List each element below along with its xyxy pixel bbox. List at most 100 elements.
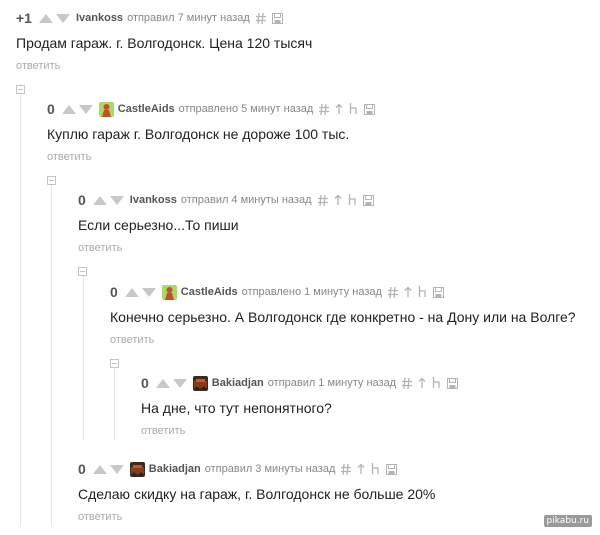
- reply-link[interactable]: ответить: [16, 60, 60, 72]
- comment-author[interactable]: Bakiadjan: [212, 377, 264, 389]
- comment-rating: 0: [78, 192, 86, 208]
- comment-action: отправлено: [178, 103, 239, 115]
- comment-header: +1 Ivankoss отправил 7 минут назад: [16, 9, 283, 27]
- save-icon[interactable]: [386, 463, 398, 475]
- comment-tools: [255, 12, 283, 24]
- comment-author[interactable]: Ivankoss: [76, 12, 123, 24]
- comment-text: Если серьезно...То пиши: [78, 217, 239, 233]
- downvote-icon[interactable]: [172, 378, 187, 388]
- comment-rating: 0: [110, 284, 118, 300]
- parent-icon[interactable]: [357, 463, 365, 475]
- thread-icon[interactable]: [349, 103, 358, 115]
- downvote-icon[interactable]: [141, 287, 156, 297]
- collapse-toggle[interactable]: [47, 176, 56, 185]
- comment-text: Куплю гараж г. Волгодонск не дороже 100 …: [47, 126, 350, 142]
- comment-header: 0 Bakiadjan отправил 1 минуту назад: [141, 374, 459, 392]
- reply-link[interactable]: ответить: [78, 242, 122, 254]
- save-icon[interactable]: [362, 194, 374, 206]
- comment-tools: [402, 377, 459, 389]
- collapse-toggle[interactable]: [110, 359, 119, 368]
- thread-line-level-3: [83, 275, 84, 440]
- avatar[interactable]: [98, 101, 114, 117]
- comment-time[interactable]: 1 минуту назад: [318, 377, 396, 389]
- comment-author[interactable]: CastleAids: [118, 103, 175, 115]
- comment-action: отправил: [204, 463, 253, 475]
- comment-tools: [341, 463, 398, 475]
- comment-header: 0 Bakiadjan отправил 3 минуты назад: [78, 460, 398, 478]
- parent-icon[interactable]: [404, 286, 412, 298]
- comment-time[interactable]: 4 минуты назад: [231, 194, 311, 206]
- hash-icon[interactable]: [255, 12, 266, 24]
- parent-icon[interactable]: [418, 377, 426, 389]
- comment-rating: 0: [47, 101, 55, 117]
- hash-icon[interactable]: [317, 194, 328, 206]
- hash-icon[interactable]: [387, 286, 398, 298]
- vote-controls: [92, 195, 124, 205]
- comment-rating: +1: [16, 10, 32, 26]
- comment-rating: 0: [141, 375, 149, 391]
- comment-text: Конечно серьезно. А Волгодонск где конкр…: [110, 309, 576, 325]
- upvote-icon[interactable]: [124, 287, 139, 297]
- parent-icon[interactable]: [335, 103, 343, 115]
- upvote-icon[interactable]: [155, 378, 170, 388]
- thread-line-level-2: [51, 185, 52, 525]
- comment-time[interactable]: 3 минуты назад: [255, 463, 335, 475]
- upvote-icon[interactable]: [61, 104, 76, 114]
- avatar[interactable]: [129, 461, 145, 477]
- thread-icon[interactable]: [371, 463, 380, 475]
- avatar[interactable]: [192, 375, 208, 391]
- avatar[interactable]: [161, 284, 177, 300]
- hash-icon[interactable]: [341, 463, 352, 475]
- comment-header: 0 CastleAids отправлено 5 минут назад: [47, 100, 376, 118]
- hash-icon[interactable]: [402, 377, 413, 389]
- comment-tools: [317, 194, 374, 206]
- save-icon[interactable]: [447, 377, 459, 389]
- thread-line-level-1: [20, 95, 21, 525]
- thread-icon[interactable]: [418, 286, 427, 298]
- upvote-icon[interactable]: [92, 464, 107, 474]
- comment-author[interactable]: CastleAids: [181, 286, 238, 298]
- reply-link[interactable]: ответить: [47, 151, 91, 163]
- downvote-icon[interactable]: [109, 195, 124, 205]
- upvote-icon[interactable]: [92, 195, 107, 205]
- collapse-toggle[interactable]: [16, 85, 25, 94]
- comment-time[interactable]: 5 минут назад: [241, 103, 313, 115]
- reply-link[interactable]: ответить: [78, 511, 122, 523]
- comment-author[interactable]: Ivankoss: [130, 194, 177, 206]
- vote-controls: [61, 104, 93, 114]
- parent-icon[interactable]: [334, 194, 342, 206]
- comment-action: отправил: [267, 377, 316, 389]
- comment-text: На дне, что тут непонятного?: [141, 400, 332, 416]
- thread-line-level-4: [114, 368, 115, 440]
- vote-controls: [38, 13, 70, 23]
- comment-action: отправил: [180, 194, 229, 206]
- collapse-toggle[interactable]: [78, 267, 87, 276]
- vote-controls: [92, 464, 124, 474]
- save-icon[interactable]: [364, 103, 376, 115]
- downvote-icon[interactable]: [55, 13, 70, 23]
- save-icon[interactable]: [432, 286, 444, 298]
- comment-time[interactable]: 7 минут назад: [178, 12, 250, 24]
- watermark: pikabu.ru: [543, 515, 592, 527]
- hash-icon[interactable]: [319, 103, 330, 115]
- save-icon[interactable]: [271, 12, 283, 24]
- comment-action: отправил: [127, 12, 175, 24]
- comment-time[interactable]: 1 минуту назад: [304, 286, 382, 298]
- thread-icon[interactable]: [348, 194, 357, 206]
- vote-controls: [155, 378, 187, 388]
- downvote-icon[interactable]: [78, 104, 93, 114]
- comment-tools: [319, 103, 376, 115]
- reply-link[interactable]: ответить: [110, 334, 154, 346]
- comment-text: Продам гараж. г. Волгодонск. Цена 120 ты…: [16, 35, 313, 51]
- comment-author[interactable]: Bakiadjan: [149, 463, 201, 475]
- reply-link[interactable]: ответить: [141, 425, 185, 437]
- thread-icon[interactable]: [432, 377, 441, 389]
- vote-controls: [124, 287, 156, 297]
- upvote-icon[interactable]: [38, 13, 53, 23]
- comment-tools: [387, 286, 444, 298]
- comment-action: отправлено: [241, 286, 302, 298]
- comment-text: Сделаю скидку на гараж, г. Волгодонск не…: [78, 486, 436, 502]
- downvote-icon[interactable]: [109, 464, 124, 474]
- comment-rating: 0: [78, 461, 86, 477]
- comment-header: 0 Ivankoss отправил 4 минуты назад: [78, 191, 374, 209]
